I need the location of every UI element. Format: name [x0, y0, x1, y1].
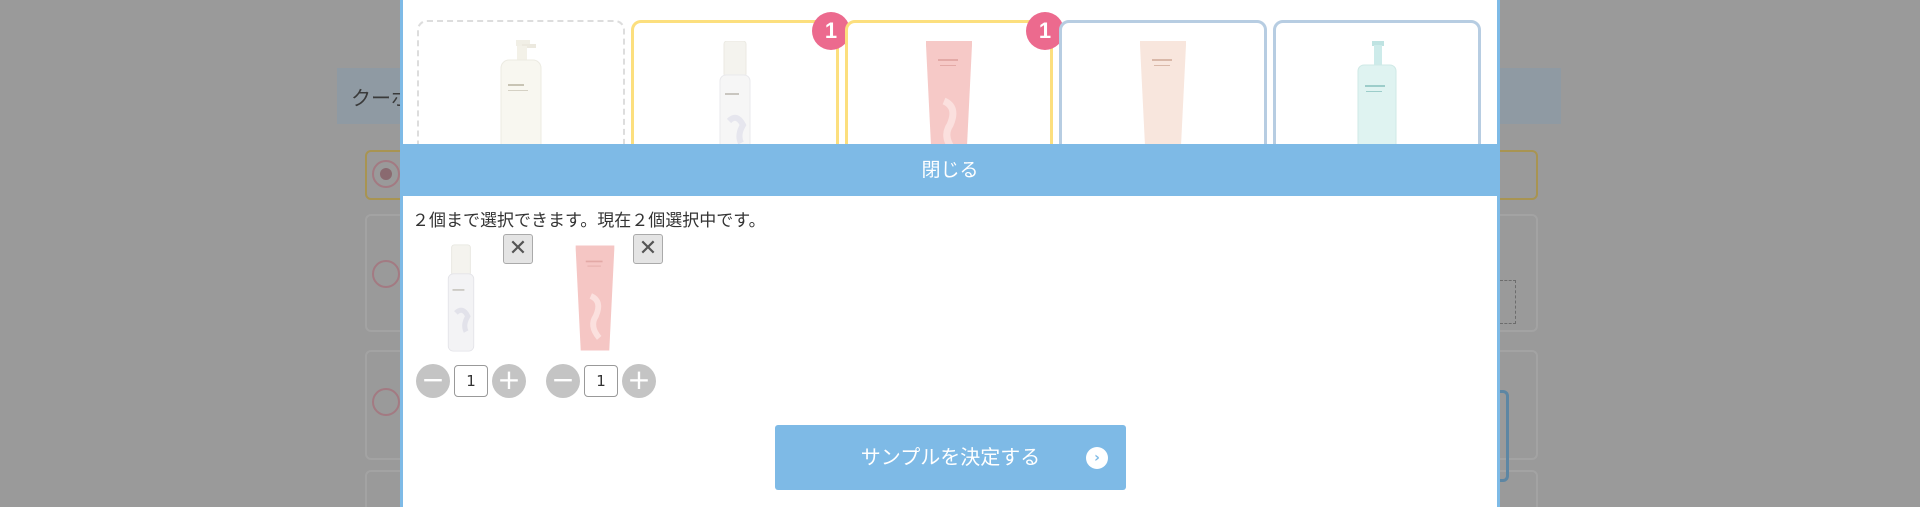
- radio: [372, 388, 400, 416]
- product-tile[interactable]: [1059, 20, 1267, 166]
- confirm-sample-button[interactable]: サンプルを決定する ›: [775, 425, 1126, 490]
- pink-tube-thumbnail: [575, 245, 615, 351]
- radio-selected: [372, 160, 400, 188]
- selected-item: ✕ − 1 +: [416, 232, 536, 402]
- confirm-sample-label: サンプルを決定する: [860, 445, 1041, 469]
- remove-item-button[interactable]: ✕: [503, 234, 533, 264]
- decrement-button[interactable]: −: [416, 364, 450, 398]
- product-tile[interactable]: [1273, 20, 1481, 166]
- selection-info-text: ２個まで選択できます。現在２個選択中です。: [412, 211, 766, 231]
- quantity-input[interactable]: 1: [584, 365, 618, 397]
- product-tile-selected[interactable]: 1: [845, 12, 1064, 166]
- decrement-button[interactable]: −: [546, 364, 580, 398]
- close-icon: ✕: [638, 236, 658, 261]
- chevron-right-icon: ›: [1086, 447, 1108, 469]
- foam-bottle-thumbnail: [447, 244, 475, 352]
- close-icon: ✕: [508, 236, 528, 261]
- product-tile-selected[interactable]: 1: [631, 12, 850, 166]
- remove-item-button[interactable]: ✕: [633, 234, 663, 264]
- selected-item: ✕ − 1 +: [546, 232, 666, 402]
- quantity-stepper: − 1 +: [416, 364, 536, 398]
- increment-button[interactable]: +: [492, 364, 526, 398]
- radio: [372, 260, 400, 288]
- product-tile[interactable]: [417, 20, 625, 165]
- close-button[interactable]: 閉じる: [403, 144, 1497, 196]
- increment-button[interactable]: +: [622, 364, 656, 398]
- quantity-input[interactable]: 1: [454, 365, 488, 397]
- sample-select-modal: 1 1 閉じる ２個まで選択できます。現在２個選択中です。 ✕ − 1 + ✕ …: [400, 0, 1500, 507]
- dashed-box: [1500, 280, 1516, 324]
- quantity-stepper: − 1 +: [546, 364, 666, 398]
